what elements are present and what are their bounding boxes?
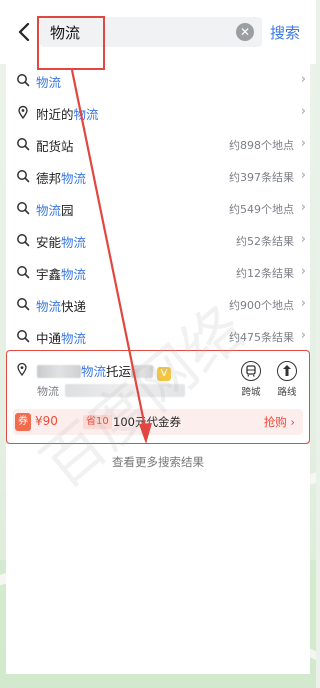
annotation-arrow <box>70 69 152 444</box>
